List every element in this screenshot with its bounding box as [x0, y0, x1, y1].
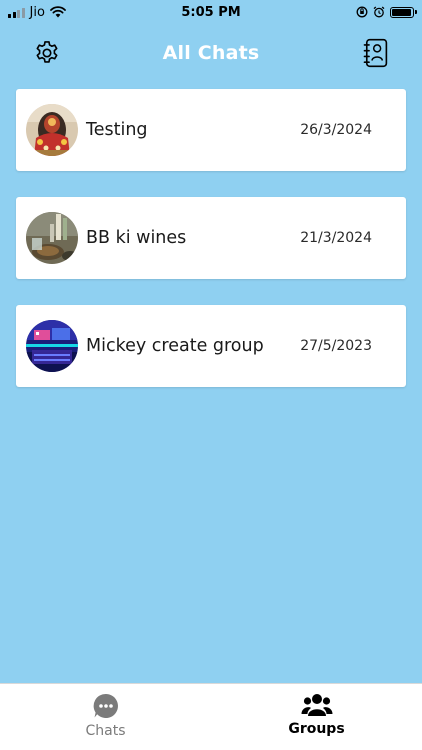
signal-icon: [8, 7, 25, 18]
alarm-icon: [373, 6, 385, 18]
battery-icon: [390, 6, 417, 18]
status-left: Jio: [8, 5, 66, 20]
contacts-book-icon: [363, 38, 388, 68]
carrier-label: Jio: [29, 4, 45, 20]
chat-date: 21/3/2024: [300, 230, 372, 246]
chat-date: 26/3/2024: [300, 122, 372, 138]
chat-name: BB ki wines: [86, 228, 187, 248]
chat-name: Mickey create group: [86, 336, 264, 356]
status-time: 5:05 PM: [181, 4, 241, 20]
avatar-deity: [26, 104, 78, 156]
status-bar: Jio 5:05 PM: [0, 0, 422, 24]
page-title: All Chats: [162, 42, 260, 64]
avatar-drinks: [26, 212, 78, 264]
screen: Jio 5:05 PM All Chats Testing 26/3/2024 …: [0, 0, 422, 750]
tab-groups[interactable]: Groups: [211, 684, 422, 750]
status-right: [356, 6, 417, 18]
gear-icon: [36, 41, 58, 63]
chat-bubble-icon: [93, 693, 118, 718]
header: All Chats: [0, 24, 422, 82]
settings-button[interactable]: [31, 37, 63, 69]
tab-label: Chats: [85, 723, 126, 739]
chat-name: Testing: [86, 120, 148, 140]
wifi-icon: [50, 6, 66, 18]
tab-chats[interactable]: Chats: [0, 684, 211, 750]
avatar-neon-room: [26, 320, 78, 372]
group-icon: [301, 694, 332, 716]
chat-date: 27/5/2023: [300, 338, 372, 354]
chat-list-item[interactable]: Mickey create group 27/5/2023: [16, 305, 406, 387]
rotation-lock-icon: [356, 6, 368, 18]
contacts-button[interactable]: [360, 37, 392, 69]
chat-list-item[interactable]: Testing 26/3/2024: [16, 89, 406, 171]
chat-list-item[interactable]: BB ki wines 21/3/2024: [16, 197, 406, 279]
tab-label: Groups: [288, 721, 345, 737]
tab-bar: Chats Groups: [0, 683, 422, 750]
